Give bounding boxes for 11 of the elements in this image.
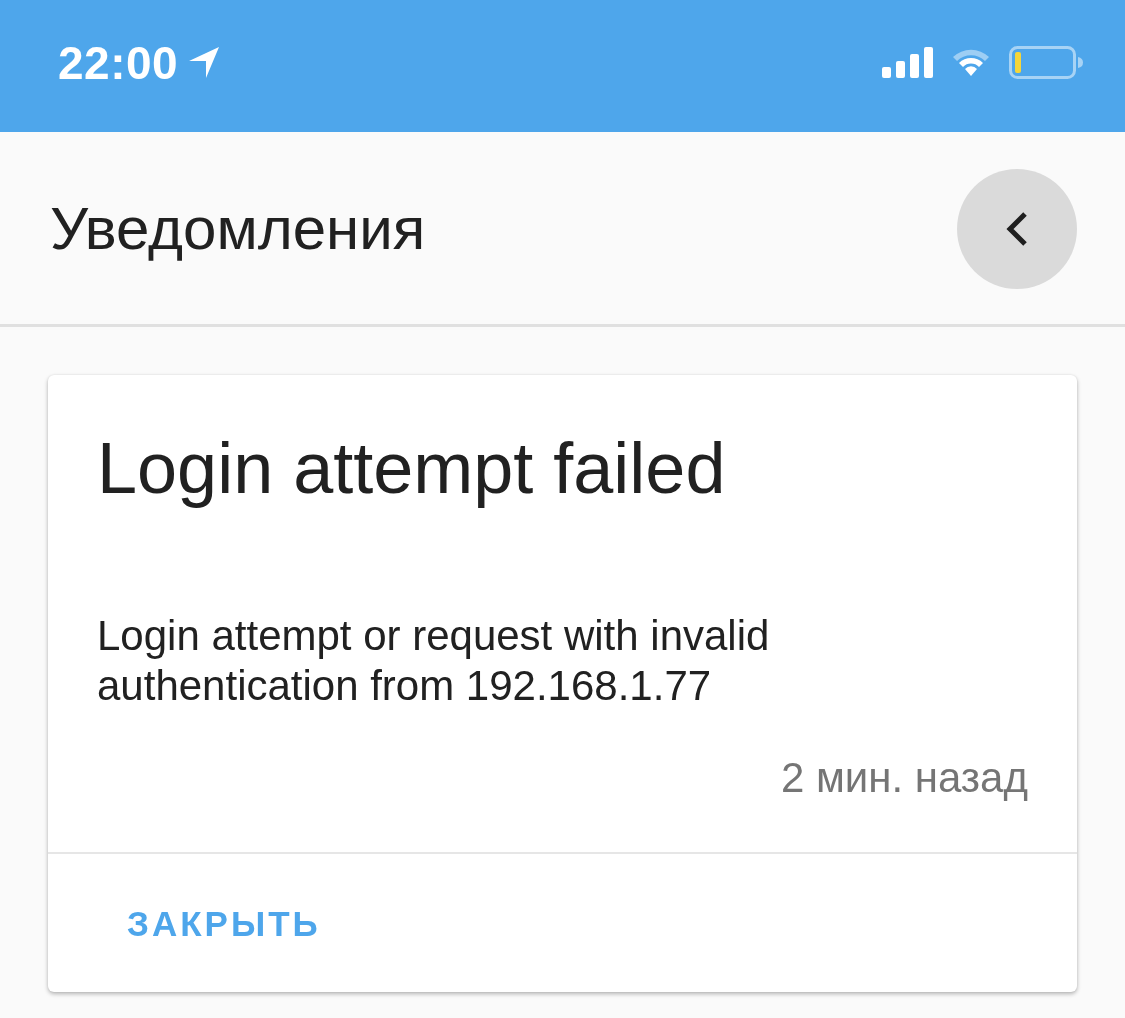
close-button[interactable]: ЗАКРЫТЬ	[97, 882, 351, 966]
notification-message: Login attempt or request with invalid authentication from 192.168.1.77	[97, 611, 771, 711]
signal-bars-icon	[882, 46, 933, 78]
battery-icon	[1009, 45, 1083, 79]
location-arrow-icon	[189, 47, 220, 79]
chevron-left-icon	[1006, 211, 1028, 247]
notification-title: Login attempt failed	[97, 427, 727, 510]
status-time: 22:00	[58, 36, 179, 90]
notification-time: 2 мин. назад	[780, 753, 1028, 803]
wifi-icon	[952, 47, 990, 77]
page-title: Уведомления	[50, 193, 426, 263]
